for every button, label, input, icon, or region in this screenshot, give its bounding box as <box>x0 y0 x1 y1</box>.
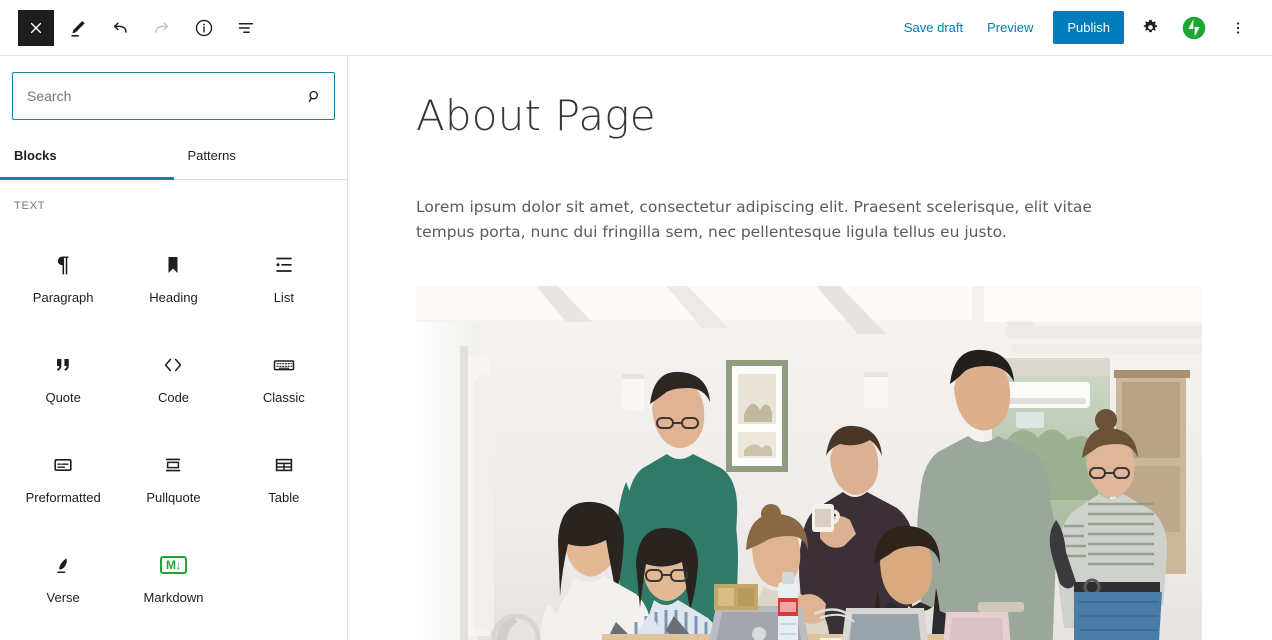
block-item-heading[interactable]: Heading <box>118 226 228 326</box>
save-draft-button[interactable]: Save draft <box>892 13 975 42</box>
undo-button[interactable] <box>102 10 138 46</box>
redo-icon <box>155 22 169 33</box>
block-item-markdown[interactable]: M↓ Markdown <box>118 526 228 626</box>
pullquote-icon <box>161 450 185 480</box>
tab-patterns[interactable]: Patterns <box>174 132 348 179</box>
undo-icon <box>113 22 127 33</box>
editor-body: Blocks Patterns TEXT ¶ Paragraph H <box>0 56 1272 640</box>
heading-bookmark-icon <box>161 250 185 280</box>
image-block[interactable] <box>416 285 1202 640</box>
block-label: Code <box>157 390 190 405</box>
gear-icon <box>1143 19 1157 33</box>
block-label: Classic <box>262 390 305 405</box>
table-icon <box>272 450 296 480</box>
inserter-tabs: Blocks Patterns <box>0 132 347 180</box>
jetpack-icon <box>1182 16 1206 39</box>
block-label: Markdown <box>143 590 204 605</box>
block-item-pullquote[interactable]: Pullquote <box>118 426 228 526</box>
classic-keyboard-icon <box>271 350 297 380</box>
preformatted-icon <box>51 450 75 480</box>
block-item-classic[interactable]: Classic <box>229 326 339 426</box>
more-options-button[interactable] <box>1220 10 1256 46</box>
page-title[interactable]: About Page <box>348 56 1272 143</box>
block-inserter-panel: Blocks Patterns TEXT ¶ Paragraph H <box>0 56 348 640</box>
block-label: Verse <box>46 590 80 605</box>
search-submit-button[interactable] <box>294 73 334 119</box>
group-photo <box>416 285 1202 640</box>
block-label: Quote <box>45 390 81 405</box>
block-item-table[interactable]: Table <box>229 426 339 526</box>
markdown-badge-text: M↓ <box>159 556 187 574</box>
header-right-actions: Save draft Preview Publish <box>892 0 1272 56</box>
block-label: Preformatted <box>25 490 101 505</box>
list-view-icon <box>238 22 254 33</box>
block-item-code[interactable]: Code <box>118 326 228 426</box>
code-brackets-icon <box>160 350 186 380</box>
search-container <box>0 56 347 132</box>
block-grid: ¶ Paragraph Heading List Quote Code Clas… <box>0 212 347 626</box>
paragraph-block[interactable]: Lorem ipsum dolor sit amet, consectetur … <box>348 143 1204 246</box>
info-icon <box>195 19 213 36</box>
block-item-list[interactable]: List <box>229 226 339 326</box>
publish-button[interactable]: Publish <box>1053 11 1124 44</box>
block-item-paragraph[interactable]: ¶ Paragraph <box>8 226 118 326</box>
details-info-button[interactable] <box>186 10 222 46</box>
preview-button[interactable]: Preview <box>975 13 1045 42</box>
list-icon <box>272 250 296 280</box>
svg-text:¶: ¶ <box>56 253 69 277</box>
close-icon <box>30 22 42 33</box>
category-label-text: TEXT <box>14 200 46 212</box>
editor-header: Save draft Preview Publish <box>0 0 1272 56</box>
search-field[interactable] <box>12 72 335 120</box>
editor-canvas[interactable]: About Page Lorem ipsum dolor sit amet, c… <box>348 56 1272 640</box>
tab-blocks[interactable]: Blocks <box>0 132 174 180</box>
block-label: Heading <box>149 290 198 305</box>
block-grid-empty-slot <box>229 526 339 626</box>
block-item-verse[interactable]: Verse <box>8 526 118 626</box>
edit-mode-button[interactable] <box>60 10 96 46</box>
quote-marks-icon <box>51 350 75 380</box>
verse-quill-icon <box>51 550 75 580</box>
block-label: Paragraph <box>32 290 94 305</box>
block-label: Pullquote <box>146 490 201 505</box>
close-editor-button[interactable] <box>18 9 54 46</box>
redo-button[interactable] <box>144 10 180 46</box>
list-view-button[interactable] <box>228 10 264 46</box>
block-item-quote[interactable]: Quote <box>8 326 118 426</box>
block-label: Table <box>268 490 300 505</box>
paragraph-pilcrow-icon: ¶ <box>51 250 75 280</box>
header-left-tools <box>0 0 264 56</box>
jetpack-button[interactable] <box>1176 10 1212 46</box>
settings-button[interactable] <box>1132 10 1168 46</box>
markdown-icon: M↓ <box>159 550 187 580</box>
search-icon <box>308 90 318 102</box>
block-item-preformatted[interactable]: Preformatted <box>8 426 118 526</box>
edit-pencil-icon <box>71 20 85 37</box>
canvas-inner: About Page Lorem ipsum dolor sit amet, c… <box>348 56 1272 640</box>
search-input[interactable] <box>13 73 294 119</box>
kebab-menu-icon <box>1236 21 1240 34</box>
block-label: List <box>273 290 294 305</box>
